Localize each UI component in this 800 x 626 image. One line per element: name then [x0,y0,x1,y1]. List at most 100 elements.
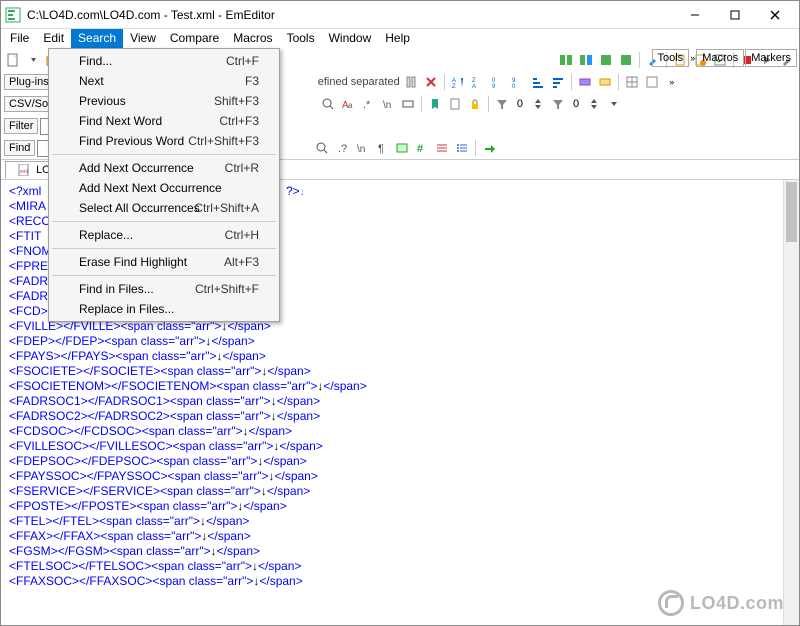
paragraph-icon[interactable]: ¶ [373,139,391,157]
toolbar-icon[interactable] [617,51,635,69]
regex-icon[interactable]: .* [359,95,377,113]
editor-line[interactable]: <FFAXSOC></FFAXSOC><span class="arr">↓</… [9,574,791,589]
menu-item[interactable]: Add Next OccurrenceCtrl+R [51,158,277,178]
plugins-label[interactable]: Plug-ins [4,74,54,90]
search-icon[interactable] [319,95,337,113]
funnel-icon[interactable] [493,95,511,113]
vertical-scrollbar[interactable] [783,180,799,625]
tab-markers[interactable]: Markers [745,49,797,67]
sort-desc-icon[interactable]: ZA [469,73,487,91]
editor-line[interactable]: <FADRSOC2></FADRSOC2><span class="arr">↓… [9,409,791,424]
menu-tools[interactable]: Tools [280,29,322,49]
menu-item[interactable]: Add Next Next Occurrence [51,178,277,198]
editor-line[interactable]: <FPAYSSOC></FPAYSSOC><span class="arr">↓… [9,469,791,484]
hash-icon[interactable]: # [413,139,431,157]
menu-file[interactable]: File [3,29,36,49]
menu-item[interactable]: Find...Ctrl+F [51,51,277,71]
app-icon [5,7,21,23]
list-icon[interactable] [433,139,451,157]
lock-icon[interactable] [466,95,484,113]
filter-label[interactable]: Filter [4,118,38,134]
menu-edit[interactable]: Edit [36,29,71,49]
table-icon[interactable] [643,73,661,91]
editor-line[interactable]: <FDEPSOC></FDEPSOC><span class="arr">↓</… [9,454,791,469]
regex-dot-icon[interactable]: .? [333,139,351,157]
compare-icon[interactable] [577,51,595,69]
menu-item[interactable]: Erase Find HighlightAlt+F3 [51,252,277,272]
menu-item[interactable]: PreviousShift+F3 [51,91,277,111]
escape-n-icon[interactable]: \n [353,139,371,157]
new-file-icon[interactable] [4,51,22,69]
editor-line[interactable]: <FVILLESOC></FVILLESOC><span class="arr"… [9,439,791,454]
toolbar-separator [639,52,640,68]
find-icon[interactable] [313,139,331,157]
stepper-icon[interactable] [529,95,547,113]
toolbar-separator [488,96,489,112]
toolbar-icon[interactable] [596,73,614,91]
editor-line[interactable]: <FADRSOC1></FADRSOC1><span class="arr">↓… [9,394,791,409]
editor-line[interactable]: <FSERVICE></FSERVICE><span class="arr">↓… [9,484,791,499]
scrollbar-thumb[interactable] [786,182,797,242]
toolbar-icon[interactable] [597,51,615,69]
menu-help[interactable]: Help [378,29,417,49]
funnel-icon[interactable] [549,95,567,113]
editor-line[interactable]: <FCDSOC></FCDSOC><span class="arr">↓</sp… [9,424,791,439]
toolbar-icon[interactable] [576,73,594,91]
menu-search[interactable]: Search [71,29,123,49]
overflow-icon[interactable]: » [690,53,695,63]
find-label[interactable]: Find [4,140,35,156]
bookmark-icon[interactable] [426,95,444,113]
menu-view[interactable]: View [123,29,163,49]
table-icon[interactable] [623,73,641,91]
editor-line[interactable]: <FPOSTE></FPOSTE><span class="arr">↓</sp… [9,499,791,514]
sort-icon[interactable]: AZ [449,73,467,91]
maximize-button[interactable] [715,2,755,28]
menu-compare[interactable]: Compare [163,29,226,49]
menu-item[interactable]: Replace...Ctrl+H [51,225,277,245]
minimize-button[interactable] [675,2,715,28]
menu-item-label: Erase Find Highlight [79,255,187,269]
window-controls [675,2,795,28]
menu-separator [52,221,276,222]
editor-line[interactable]: <FSOCIETE></FSOCIETE><span class="arr">↓… [9,364,791,379]
menu-macros[interactable]: Macros [226,29,279,49]
compare-icon[interactable] [557,51,575,69]
editor-line[interactable]: <FDEP></FDEP><span class="arr">↓</span> [9,334,791,349]
menu-item[interactable]: NextF3 [51,71,277,91]
case-icon[interactable]: Aa [339,95,357,113]
editor-line[interactable]: <FFAX></FFAX><span class="arr">↓</span> [9,529,791,544]
arrow-right-icon[interactable] [480,139,498,157]
tab-macros[interactable]: Macros [696,49,744,67]
menu-item[interactable]: Find Next WordCtrl+F3 [51,111,277,131]
column-icon[interactable] [402,73,420,91]
dropdown-icon[interactable] [605,95,623,113]
cross-icon[interactable] [422,73,440,91]
editor-line[interactable]: <FPAYS></FPAYS><span class="arr">↓</span… [9,349,791,364]
tab-tools[interactable]: Tools [652,49,690,67]
tag-icon[interactable] [393,139,411,157]
svg-text:a: a [348,101,353,110]
sort-num-icon[interactable]: 09 [489,73,507,91]
whole-word-icon[interactable] [399,95,417,113]
editor-line[interactable]: <FTELSOC></FTELSOC><span class="arr">↓</… [9,559,791,574]
editor-line[interactable]: <FSOCIETENOM></FSOCIETENOM><span class="… [9,379,791,394]
dropdown-icon[interactable] [24,51,42,69]
close-button[interactable] [755,2,795,28]
stepper-icon[interactable] [585,95,603,113]
svg-text:\n: \n [357,144,365,155]
editor-line[interactable]: <FTEL></FTEL><span class="arr">↓</span> [9,514,791,529]
list-blue-icon[interactable] [453,139,471,157]
menu-item[interactable]: Replace in Files... [51,299,277,319]
menu-item[interactable]: Select All OccurrencesCtrl+Shift+A [51,198,277,218]
menu-item[interactable]: Find Previous WordCtrl+Shift+F3 [51,131,277,151]
extract-icon[interactable] [446,95,464,113]
escape-icon[interactable]: \n [379,95,397,113]
sort-len-desc-icon[interactable] [549,73,567,91]
overflow-icon[interactable]: » [663,73,681,91]
sort-len-icon[interactable] [529,73,547,91]
menu-item[interactable]: Find in Files...Ctrl+Shift+F [51,279,277,299]
menu-separator [52,248,276,249]
sort-num-desc-icon[interactable]: 90 [509,73,527,91]
menu-window[interactable]: Window [322,29,379,49]
editor-line[interactable]: <FGSM></FGSM><span class="arr">↓</span> [9,544,791,559]
